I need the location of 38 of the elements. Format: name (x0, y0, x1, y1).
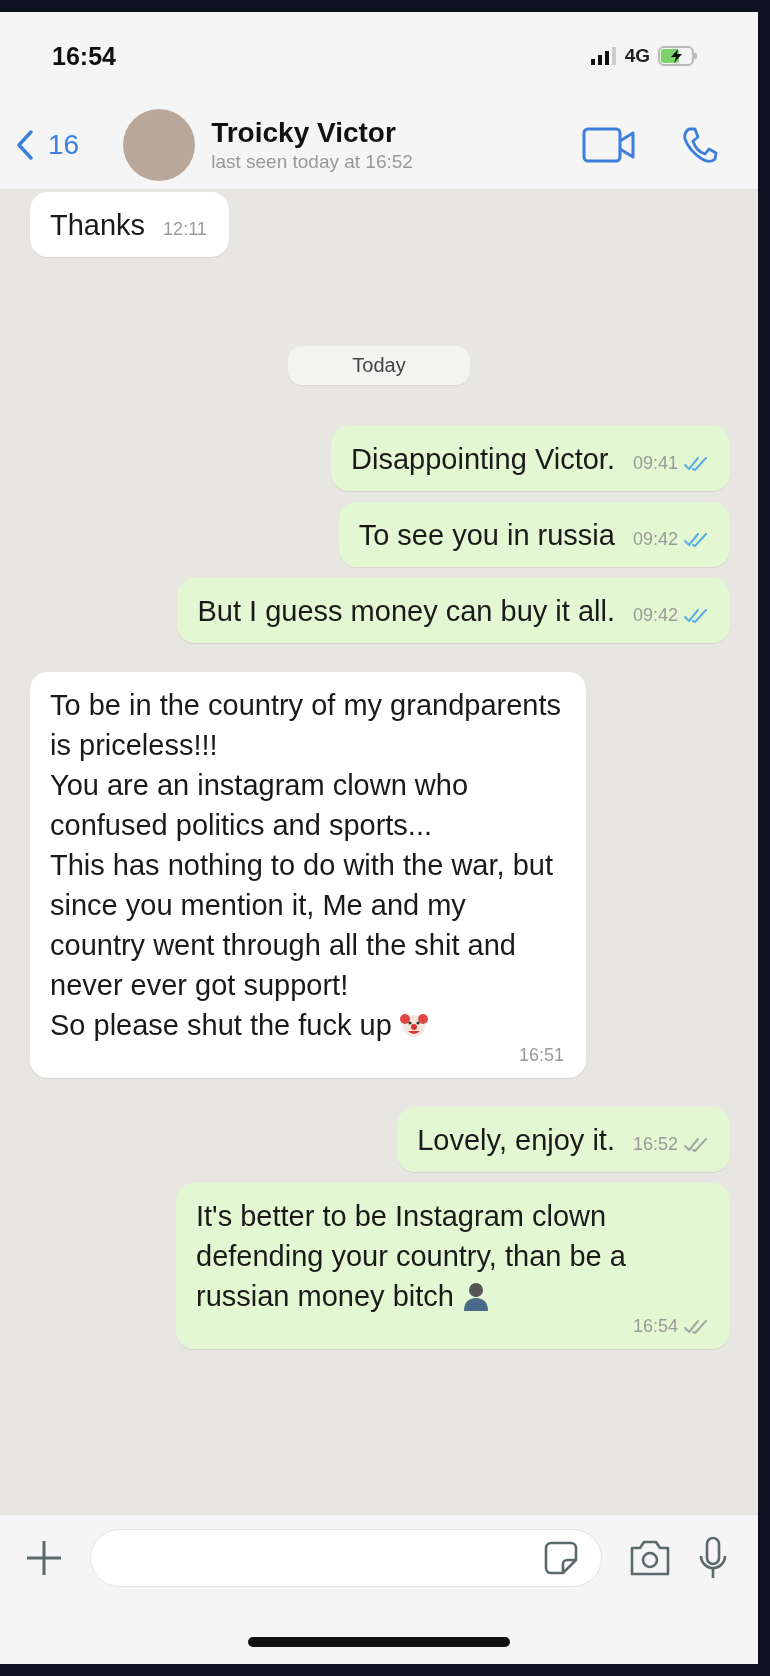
signal-icon (590, 47, 617, 65)
message-bubble[interactable]: It's better to be Instagram clown defending your country, than be a russian money bitch 16:54 (176, 1183, 730, 1349)
message-bubble[interactable]: But I guess money can buy it all. 09:42 (177, 578, 730, 643)
message-time: 12:11 (163, 219, 207, 240)
message-bubble[interactable]: Lovely, enjoy it. 16:52 (397, 1107, 730, 1172)
message-time: 16:51 (518, 1045, 564, 1066)
sticker-icon[interactable] (543, 1540, 579, 1576)
message-text: Lovely, enjoy it. (417, 1123, 615, 1158)
message-bubble[interactable]: To see you in russia 09:42 (338, 502, 730, 567)
message-time: 16:54 (632, 1316, 678, 1337)
message-text: But I guess money can buy it all. (197, 594, 615, 629)
message-text: To see you in russia (358, 518, 615, 553)
back-button[interactable]: 16 (16, 128, 80, 161)
phone-call-icon[interactable] (682, 125, 718, 164)
message-text: To be in the country of my grandparents is priceless!!! You are an instagram clown who confused politics and sports... This has nothing to do with the war, but since you mention it, Me and my country went through all the shit and never ever got support! So please shut the fuck up (50, 688, 562, 1043)
date-separator: Today (288, 346, 470, 385)
network-label: 4G (624, 45, 650, 67)
message-time: 09:42 (632, 605, 678, 626)
plus-icon[interactable] (24, 1538, 64, 1578)
message-bubble[interactable]: Thanks 12:11 (30, 192, 229, 257)
message-bubble[interactable]: Disappointing Victor. 09:41 (331, 426, 730, 491)
message-bubble[interactable] (30, 672, 586, 1078)
status-time: 16:54 (52, 41, 117, 71)
person-icon (461, 1281, 490, 1311)
message-time: 09:42 (632, 529, 678, 550)
message-text: It's better to be Instagram clown defending your country, than be a russian money bitch (196, 1199, 627, 1314)
camera-icon[interactable] (628, 1539, 672, 1577)
message-time: 09:41 (632, 453, 678, 474)
last-seen-text: last seen today at 16:52 (211, 150, 414, 173)
battery-charging-icon (658, 46, 698, 66)
message-text: Disappointing Victor. (351, 442, 615, 477)
clown-face-icon (399, 1011, 428, 1039)
contact-name: Troicky Victor (211, 116, 397, 149)
message-time: 16:52 (632, 1134, 678, 1155)
chevron-left-icon (16, 128, 34, 161)
video-call-icon[interactable] (582, 126, 636, 163)
message-text: Thanks (50, 208, 146, 243)
microphone-icon[interactable] (698, 1536, 728, 1580)
